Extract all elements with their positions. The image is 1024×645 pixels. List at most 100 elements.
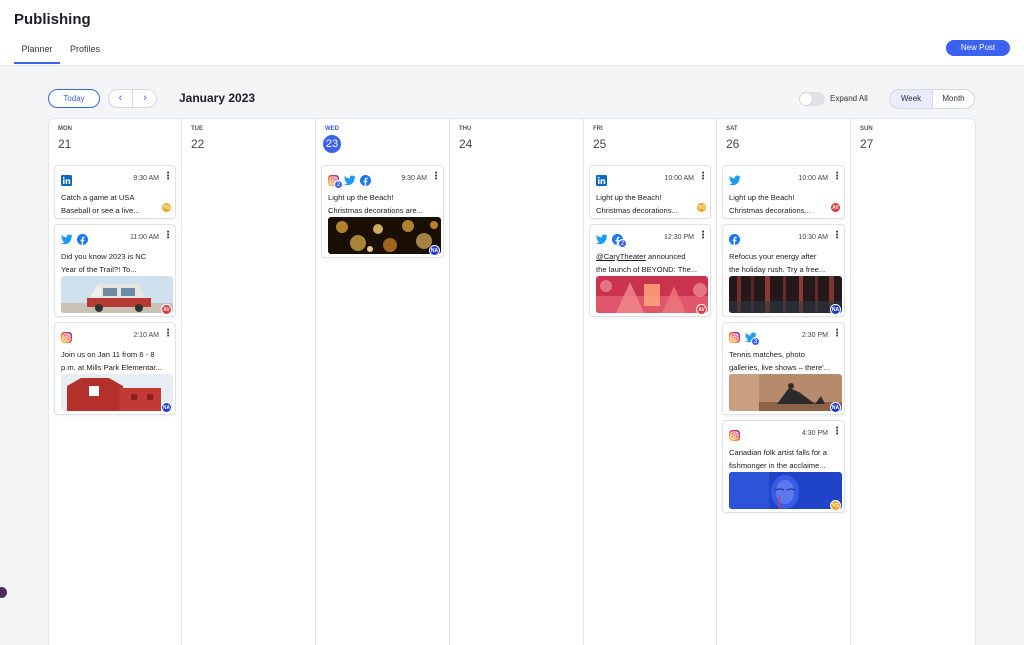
post-card[interactable]: 2:10 AM ⋮ Join us on Jan 11 from 6 - 8 p.m.… (54, 322, 176, 415)
post-card[interactable]: 10:30 AM ⋮ Refocus your energy after the ho… (722, 224, 845, 317)
post-card[interactable]: 9:30 AM ⋮ Catch a game at USA Baseball or s… (54, 165, 176, 219)
post-text: Catch a game at USA Baseball or see a liv… (61, 192, 167, 217)
post-time: 12:30 PM (664, 234, 694, 241)
chevron-left-icon[interactable]: ‹ (109, 90, 133, 107)
help-launcher-icon[interactable] (0, 587, 7, 598)
day-of-week-label: SAT (726, 126, 738, 132)
account-count-badge: 2 (618, 239, 627, 248)
view-month-button[interactable]: Month (932, 90, 974, 108)
post-text-line: Did you know 2023 is NC (61, 252, 147, 261)
view-week-button[interactable]: Week (890, 90, 932, 108)
author-avatar: YG (161, 202, 172, 213)
post-text: @CaryTheater announced the launch of BEYO… (596, 251, 702, 276)
chevron-right-icon[interactable]: › (133, 90, 157, 107)
post-text: Canadian folk artist falls for a fishmong… (729, 447, 835, 472)
week-navigation: ‹ › (108, 89, 157, 108)
twitter-icon (595, 232, 608, 245)
post-image[interactable] (729, 472, 842, 509)
post-image[interactable] (61, 276, 173, 313)
post-text-line: p.m. at Mills Park Elementar... (61, 362, 162, 372)
post-time: 10:00 AM (664, 175, 694, 182)
post-text-line: Refocus your energy after (729, 252, 817, 261)
more-options-icon[interactable]: ⋮ (832, 172, 842, 184)
post-text: Tennis matches, photo galleries, live sho… (729, 349, 835, 374)
day-column-sat: SAT 26 10:00 AM ⋮ Light up the Beach! Christm… (717, 119, 851, 645)
more-options-icon[interactable]: ⋮ (163, 231, 173, 243)
post-image[interactable] (61, 374, 173, 411)
author-avatar: NA (161, 402, 172, 413)
post-card[interactable]: 11:00 AM ⋮ Did you know 2023 is NC Year of … (54, 224, 176, 317)
post-card[interactable]: 2 12:30 PM ⋮ @CaryTheater announced the laun… (589, 224, 711, 317)
more-options-icon[interactable]: ⋮ (163, 172, 173, 184)
post-text-line: Light up the Beach! (729, 193, 795, 202)
author-avatar: NA (429, 245, 440, 256)
author-avatar: NA (830, 304, 841, 315)
more-options-icon[interactable]: ⋮ (163, 329, 173, 341)
post-time: 4:30 PM (801, 430, 828, 437)
post-card[interactable]: 3 2:30 PM ⋮ Tennis matches, photo galleries,… (722, 322, 845, 415)
day-column-sun: SUN 27 (851, 119, 977, 645)
more-options-icon[interactable]: ⋮ (832, 427, 842, 439)
day-column-mon: MON 21 9:30 AM ⋮ Catch a game at USA Baseball… (49, 119, 182, 645)
tab-planner[interactable]: Planner (14, 44, 60, 64)
post-text: Light up the Beach! Christmas decorations… (596, 192, 702, 217)
post-text-line: announced (645, 252, 686, 261)
more-options-icon[interactable]: ⋮ (431, 172, 441, 184)
author-avatar: AV (161, 304, 172, 315)
day-of-week-label: WED (325, 126, 339, 132)
post-image[interactable] (729, 276, 842, 313)
facebook-icon (77, 232, 88, 245)
post-text-line: Light up the Beach! (596, 193, 662, 202)
today-button[interactable]: Today (48, 89, 100, 108)
post-text-line: galleries, live shows – there'... (729, 362, 831, 372)
post-text-line: Christmas decorations... (729, 205, 811, 215)
facebook-icon (729, 232, 740, 245)
more-options-icon[interactable]: ⋮ (832, 329, 842, 341)
today-date-badge[interactable]: 23 (323, 135, 341, 153)
post-card[interactable]: 2 9:30 AM ⋮ Light up the Beach! Christmas de… (321, 165, 444, 258)
new-post-button[interactable]: New Post (946, 40, 1010, 56)
day-number[interactable]: 27 (860, 137, 873, 151)
day-column-fri: FRI 25 10:00 AM ⋮ Light up the Beach! Christm… (584, 119, 717, 645)
author-avatar: NA (830, 402, 841, 413)
day-of-week-label: MON (58, 126, 72, 132)
post-image[interactable] (596, 276, 708, 313)
day-number[interactable]: 26 (726, 137, 739, 151)
account-count-badge: 3 (751, 337, 760, 346)
view-switcher: Week Month (889, 89, 975, 109)
day-number[interactable]: 22 (191, 137, 204, 151)
tab-profiles[interactable]: Profiles (70, 44, 100, 64)
post-image[interactable] (729, 374, 842, 411)
author-avatar: AV (830, 202, 841, 213)
day-number[interactable]: 25 (593, 137, 606, 151)
post-time: 10:30 AM (798, 234, 828, 241)
instagram-icon (729, 330, 740, 343)
day-number[interactable]: 24 (459, 137, 472, 151)
expand-all-label: Expand All (830, 94, 868, 103)
post-text-line: Join us on Jan 11 from 6 - 8 (61, 350, 155, 359)
more-options-icon[interactable]: ⋮ (698, 172, 708, 184)
day-of-week-label: FRI (593, 126, 603, 132)
post-card[interactable]: 4:30 PM ⋮ Canadian folk artist falls for a… (722, 420, 845, 513)
post-card[interactable]: 10:00 AM ⋮ Light up the Beach! Christmas de… (589, 165, 711, 219)
author-avatar: AV (696, 304, 707, 315)
toggle-knob (800, 93, 812, 105)
post-text-line: fishmonger in the acclaime... (729, 460, 826, 470)
more-options-icon[interactable]: ⋮ (698, 231, 708, 243)
post-text: Light up the Beach! Christmas decorations… (328, 192, 434, 217)
page-title: Publishing (14, 11, 91, 28)
day-number[interactable]: 21 (58, 137, 71, 151)
post-time: 2:10 AM (133, 332, 159, 339)
post-time: 11:00 AM (129, 234, 159, 241)
post-text-line: Light up the Beach! (328, 193, 394, 202)
post-time: 9:30 AM (133, 175, 159, 182)
post-image[interactable] (328, 217, 441, 254)
linkedin-icon (596, 173, 607, 186)
post-text-line: Christmas decorations are... (328, 205, 423, 215)
post-time: 2:30 PM (801, 332, 828, 339)
expand-all-toggle[interactable] (799, 92, 825, 106)
post-card[interactable]: 10:00 AM ⋮ Light up the Beach! Christmas de… (722, 165, 845, 219)
more-options-icon[interactable]: ⋮ (832, 231, 842, 243)
post-text-line: Catch a game at USA (61, 193, 135, 202)
mention-link[interactable]: @CaryTheater (596, 252, 646, 261)
